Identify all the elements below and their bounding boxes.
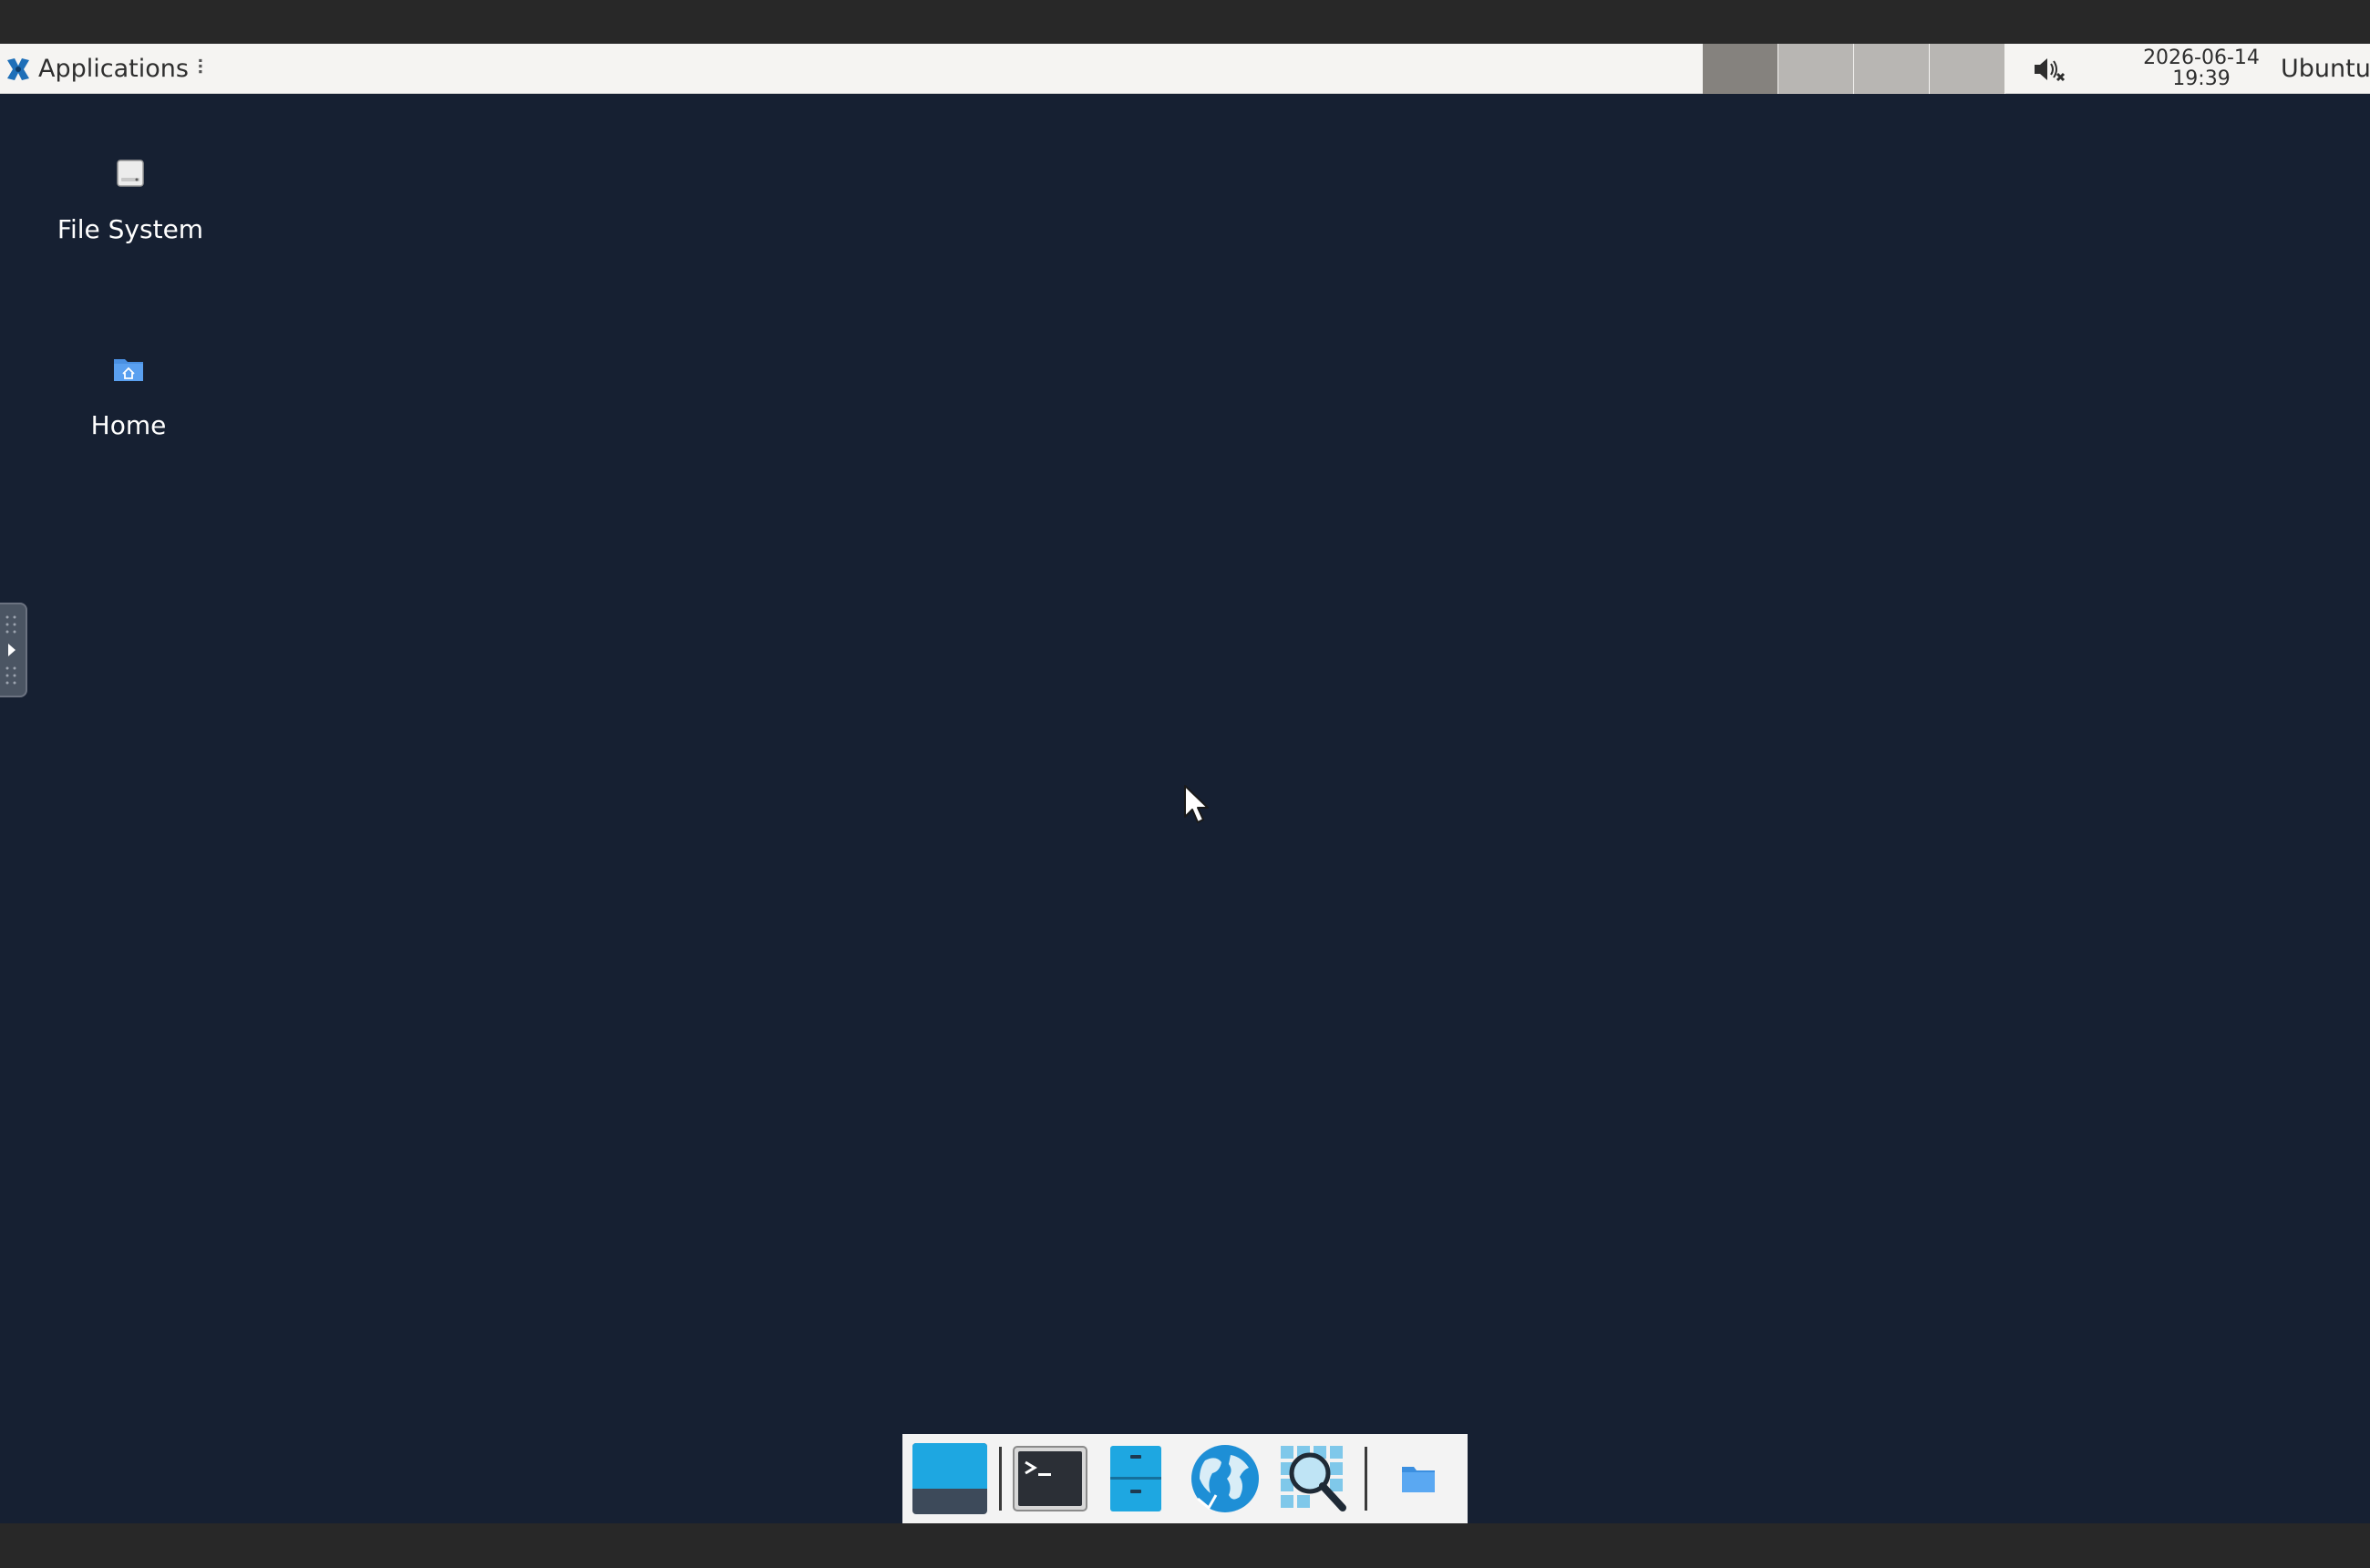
menu-handle: ⠇ bbox=[195, 57, 211, 80]
folder-icon bbox=[1402, 1467, 1435, 1492]
dock-web-browser[interactable] bbox=[1180, 1438, 1270, 1520]
desktop-icon-label: File System bbox=[57, 214, 204, 244]
dock-separator bbox=[999, 1447, 1002, 1511]
workspace-switcher bbox=[1703, 44, 2005, 94]
dock-file-manager[interactable] bbox=[1091, 1438, 1180, 1520]
dock bbox=[902, 1434, 1468, 1523]
dock-separator bbox=[1365, 1447, 1367, 1511]
magnifier-icon bbox=[1281, 1446, 1346, 1511]
side-panel-handle[interactable] bbox=[0, 603, 27, 697]
bottom-border bbox=[0, 1523, 2370, 1568]
applications-menu-button[interactable]: Applications ⠇ bbox=[4, 44, 211, 94]
xfce-logo-icon bbox=[7, 57, 29, 80]
desktop-icon-home[interactable]: Home bbox=[28, 354, 229, 440]
file-cabinet-icon bbox=[1110, 1446, 1161, 1511]
clock-date: 2026-06-14 bbox=[2143, 46, 2260, 69]
workspace-2[interactable] bbox=[1778, 44, 1854, 94]
workspace-3[interactable] bbox=[1854, 44, 1930, 94]
dock-files[interactable] bbox=[1375, 1438, 1462, 1520]
dock-show-desktop[interactable] bbox=[908, 1438, 992, 1520]
workspace-1[interactable] bbox=[1703, 44, 1778, 94]
top-panel: Applications ⠇ 2026-06-14 19:39 Ubuntu bbox=[0, 44, 2370, 94]
clock-time: 19:39 bbox=[2172, 67, 2231, 90]
home-folder-icon bbox=[114, 359, 143, 381]
screen: Applications ⠇ 2026-06-14 19:39 Ubuntu F… bbox=[0, 0, 2370, 1568]
desktop-icon bbox=[912, 1443, 987, 1514]
workspace-4[interactable] bbox=[1930, 44, 2005, 94]
globe-icon bbox=[1191, 1445, 1259, 1512]
user-menu[interactable]: Ubuntu bbox=[2281, 44, 2370, 94]
drive-icon bbox=[117, 160, 144, 187]
expand-arrow-icon bbox=[5, 615, 16, 685]
clock[interactable]: 2026-06-14 19:39 bbox=[2133, 47, 2270, 91]
desktop-icon-file-system[interactable]: File System bbox=[30, 158, 231, 244]
terminal-icon bbox=[1013, 1446, 1087, 1511]
volume-muted-icon[interactable] bbox=[2031, 55, 2067, 84]
desktop-icon-label: Home bbox=[90, 410, 167, 440]
dock-terminal[interactable] bbox=[1009, 1438, 1091, 1520]
mouse-cursor-icon bbox=[1184, 785, 1209, 823]
dock-app-finder[interactable] bbox=[1270, 1438, 1357, 1520]
applications-label: Applications bbox=[38, 55, 189, 83]
